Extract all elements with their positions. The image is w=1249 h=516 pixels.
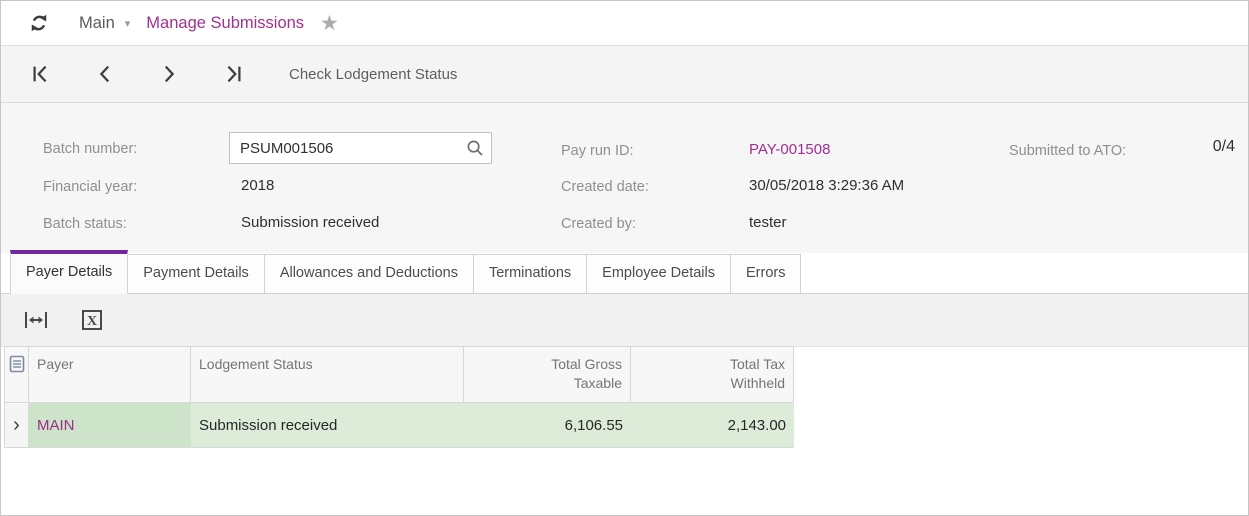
manage-submissions-screen: Main ▾ Manage Submissions ★ xyxy=(0,0,1249,516)
favorite-star-icon[interactable]: ★ xyxy=(320,13,339,34)
detail-tabbar: Payer Details Payment Details Allowances… xyxy=(1,253,1248,294)
summary-form: Batch number: Financial year: 2018 Batch… xyxy=(1,103,1248,253)
financial-year-label: Financial year: xyxy=(43,179,137,195)
lodgement-status-cell: Submission received xyxy=(191,403,464,447)
column-header-line: Total Tax xyxy=(639,355,785,374)
created-date-label: Created date: xyxy=(561,179,649,195)
pay-run-id-link[interactable]: PAY-001508 xyxy=(749,141,830,158)
submitted-to-ato-value: 0/4 xyxy=(1213,138,1235,156)
column-header-line: Taxable xyxy=(472,374,622,393)
tab-terminations[interactable]: Terminations xyxy=(473,254,587,294)
tab-payment-details[interactable]: Payment Details xyxy=(127,254,265,294)
submitted-to-ato-label: Submitted to ATO: xyxy=(1009,143,1126,159)
current-row-arrow-icon: › xyxy=(13,415,20,435)
last-record-icon xyxy=(222,63,244,85)
svg-text:X: X xyxy=(87,314,97,329)
breadcrumb-bar: Main ▾ Manage Submissions ★ xyxy=(1,1,1248,46)
column-header-line: Total Gross xyxy=(472,355,622,374)
created-by-label: Created by: xyxy=(561,216,636,232)
column-header-total-gross-taxable[interactable]: Total Gross Taxable xyxy=(464,347,631,402)
breadcrumb-workspace[interactable]: Main xyxy=(79,14,115,33)
created-by-value: tester xyxy=(749,214,787,231)
previous-record-button[interactable] xyxy=(93,62,117,86)
payer-cell: MAIN xyxy=(29,403,191,447)
column-header-payer[interactable]: Payer xyxy=(29,347,191,402)
created-date-value: 30/05/2018 3:29:36 AM xyxy=(749,177,904,194)
export-to-excel-button[interactable]: X xyxy=(77,307,107,333)
column-header-line: Withheld xyxy=(639,374,785,393)
batch-status-value: Submission received xyxy=(241,214,379,231)
fit-to-screen-button[interactable] xyxy=(21,307,51,333)
row-selector-cell: › xyxy=(4,403,29,447)
column-header-lodgement-status[interactable]: Lodgement Status xyxy=(191,347,464,402)
payer-link[interactable]: MAIN xyxy=(37,417,75,434)
check-lodgement-status-button[interactable]: Check Lodgement Status xyxy=(289,66,457,83)
last-record-button[interactable] xyxy=(221,62,245,86)
batch-status-label: Batch status: xyxy=(43,216,127,232)
grid-header-row: Payer Lodgement Status Total Gross Taxab… xyxy=(4,346,794,403)
refresh-button[interactable] xyxy=(27,11,51,35)
refresh-icon xyxy=(28,12,50,34)
tab-employee-details[interactable]: Employee Details xyxy=(586,254,731,294)
chevron-right-icon xyxy=(158,63,180,85)
payer-details-grid: Payer Lodgement Status Total Gross Taxab… xyxy=(4,346,794,448)
page-title: Manage Submissions xyxy=(146,14,304,33)
batch-number-input[interactable] xyxy=(230,140,465,157)
row-settings-icon xyxy=(9,355,25,373)
next-record-button[interactable] xyxy=(157,62,181,86)
pay-run-id-label: Pay run ID: xyxy=(561,143,634,159)
tab-payer-details[interactable]: Payer Details xyxy=(10,250,128,294)
record-toolbar: Check Lodgement Status xyxy=(1,46,1248,103)
first-record-button[interactable] xyxy=(29,62,53,86)
financial-year-value: 2018 xyxy=(241,177,274,194)
chevron-left-icon xyxy=(94,63,116,85)
export-excel-icon: X xyxy=(80,308,104,332)
tab-errors[interactable]: Errors xyxy=(730,254,801,294)
row-settings-header[interactable] xyxy=(4,347,29,402)
grid-toolbar: X xyxy=(1,294,1248,347)
tab-allowances-and-deductions[interactable]: Allowances and Deductions xyxy=(264,254,474,294)
table-row[interactable]: › MAIN Submission received 6,106.55 2,14… xyxy=(4,403,794,448)
column-header-total-tax-withheld[interactable]: Total Tax Withheld xyxy=(631,347,794,402)
batch-number-label: Batch number: xyxy=(43,141,137,157)
fit-width-icon xyxy=(23,310,49,330)
chevron-down-icon[interactable]: ▾ xyxy=(125,17,131,30)
total-tax-withheld-cell: 2,143.00 xyxy=(631,403,794,447)
first-record-icon xyxy=(30,63,52,85)
batch-number-field[interactable] xyxy=(229,132,492,164)
search-icon[interactable] xyxy=(465,138,485,158)
total-gross-taxable-cell: 6,106.55 xyxy=(464,403,631,447)
